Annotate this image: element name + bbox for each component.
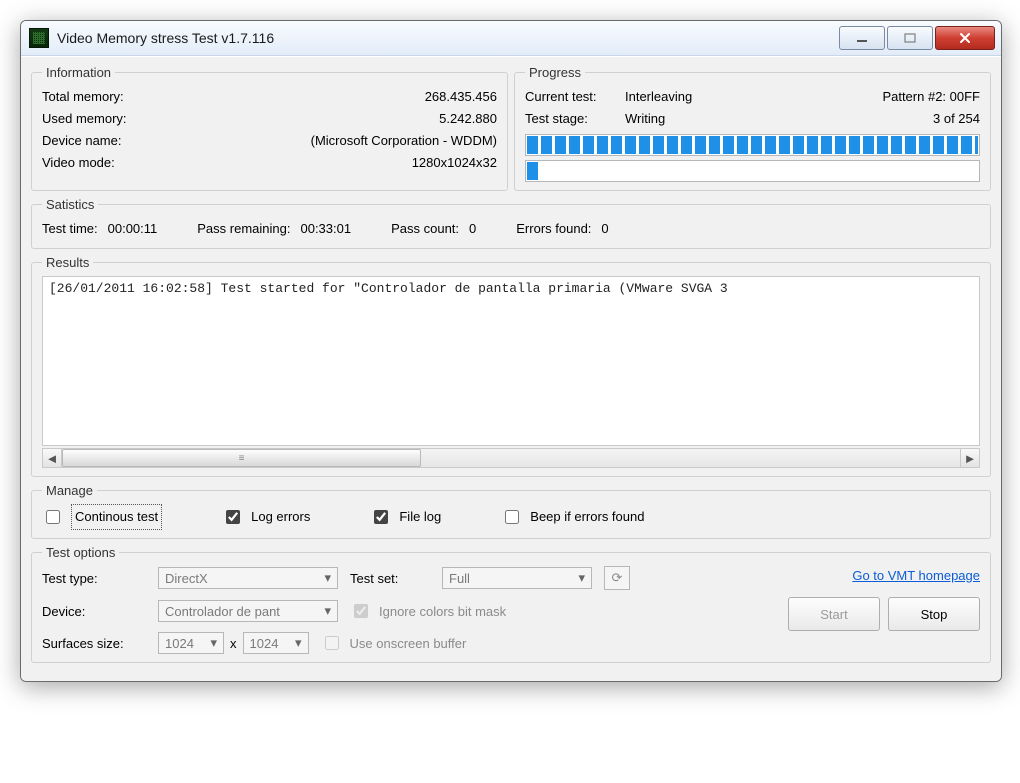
test-type-select[interactable]: DirectX ▾ (158, 567, 338, 589)
total-memory-value: 268.435.456 (425, 86, 497, 108)
pass-count-value: 0 (469, 218, 476, 240)
continuous-test-checkbox[interactable]: Continous test (42, 504, 162, 530)
client-area: Information Total memory: 268.435.456 Us… (21, 56, 1001, 681)
close-button[interactable] (935, 26, 995, 50)
continuous-test-label: Continous test (71, 504, 162, 530)
test-set-select[interactable]: Full ▾ (442, 567, 592, 589)
progress-group: Progress Current test: Interleaving Patt… (514, 65, 991, 191)
beep-checkbox[interactable]: Beep if errors found (501, 505, 644, 529)
stop-button[interactable]: Stop (888, 597, 980, 631)
homepage-link[interactable]: Go to VMT homepage (852, 568, 980, 583)
ignore-colors-label: Ignore colors bit mask (379, 604, 506, 619)
pass-remaining-label: Pass remaining: (197, 218, 290, 240)
surface-width-select[interactable]: 1024 ▾ (158, 632, 224, 654)
chevron-down-icon: ▾ (210, 635, 217, 651)
test-time-value: 00:00:11 (108, 218, 158, 240)
statistics-legend: Satistics (42, 197, 98, 212)
surface-height-select[interactable]: 1024 ▾ (243, 632, 309, 654)
current-test-label: Current test: (525, 86, 625, 108)
results-hscrollbar[interactable]: ◄ ≡ ► (42, 448, 980, 468)
file-log-checkbox[interactable]: File log (370, 505, 441, 529)
device-select[interactable]: Controlador de pant ▾ (158, 600, 338, 622)
progress-bar-1 (525, 134, 980, 156)
video-mode-value: 1280x1024x32 (412, 152, 497, 174)
pass-count-label: Pass count: (391, 218, 459, 240)
chevron-down-icon: ▾ (324, 603, 331, 619)
window-buttons (839, 26, 995, 50)
test-options-group: Test options Test type: DirectX ▾ Test s… (31, 545, 991, 663)
scroll-left-button[interactable]: ◄ (43, 449, 62, 467)
app-window: Video Memory stress Test v1.7.116 Inform… (20, 20, 1002, 682)
results-log-line: [26/01/2011 16:02:58] Test started for "… (49, 281, 728, 296)
minimize-button[interactable] (839, 26, 885, 50)
stage-count: 3 of 254 (933, 108, 980, 130)
progress-bar-2 (525, 160, 980, 182)
surfaces-size-label: Surfaces size: (42, 636, 146, 651)
start-button-label: Start (820, 607, 847, 622)
log-errors-label: Log errors (251, 505, 310, 529)
device-value: Controlador de pant (165, 604, 280, 619)
test-stage-label: Test stage: (525, 108, 625, 130)
surface-width-value: 1024 (165, 636, 194, 651)
stop-button-label: Stop (921, 607, 948, 622)
refresh-icon: ⟳ (612, 570, 623, 586)
pattern-label: Pattern #2: 00FF (882, 86, 980, 108)
size-x-label: x (230, 636, 237, 651)
statistics-group: Satistics Test time: 00:00:11 Pass remai… (31, 197, 991, 249)
results-group: Results [26/01/2011 16:02:58] Test start… (31, 255, 991, 477)
chevron-down-icon: ▾ (295, 635, 302, 651)
maximize-button[interactable] (887, 26, 933, 50)
used-memory-label: Used memory: (42, 108, 127, 130)
test-options-legend: Test options (42, 545, 119, 560)
current-test-value: Interleaving (625, 86, 882, 108)
manage-legend: Manage (42, 483, 97, 498)
scroll-thumb[interactable]: ≡ (62, 449, 421, 467)
test-stage-value: Writing (625, 108, 933, 130)
information-legend: Information (42, 65, 115, 80)
test-time-label: Test time: (42, 218, 98, 240)
window-title: Video Memory stress Test v1.7.116 (57, 30, 839, 46)
used-memory-value: 5.242.880 (439, 108, 497, 130)
ignore-colors-checkbox[interactable]: Ignore colors bit mask (350, 601, 506, 621)
test-type-label: Test type: (42, 571, 146, 586)
manage-group: Manage Continous test Log errors File lo… (31, 483, 991, 539)
device-name-label: Device name: (42, 130, 121, 152)
onscreen-buffer-label: Use onscreen buffer (350, 636, 467, 651)
onscreen-buffer-checkbox[interactable]: Use onscreen buffer (321, 633, 467, 653)
surface-height-value: 1024 (250, 636, 279, 651)
test-type-value: DirectX (165, 571, 208, 586)
start-button[interactable]: Start (788, 597, 880, 631)
errors-found-label: Errors found: (516, 218, 591, 240)
results-legend: Results (42, 255, 93, 270)
log-errors-checkbox[interactable]: Log errors (222, 505, 310, 529)
device-name-value: (Microsoft Corporation - WDDM) (311, 130, 497, 152)
chevron-down-icon: ▾ (578, 570, 585, 586)
titlebar: Video Memory stress Test v1.7.116 (21, 21, 1001, 56)
test-set-label: Test set: (350, 571, 430, 586)
beep-label: Beep if errors found (530, 505, 644, 529)
app-icon (29, 28, 49, 48)
refresh-button[interactable]: ⟳ (604, 566, 630, 590)
video-mode-label: Video mode: (42, 152, 115, 174)
test-set-value: Full (449, 571, 470, 586)
scroll-right-button[interactable]: ► (960, 449, 979, 467)
total-memory-label: Total memory: (42, 86, 124, 108)
chevron-down-icon: ▾ (324, 570, 331, 586)
information-group: Information Total memory: 268.435.456 Us… (31, 65, 508, 191)
file-log-label: File log (399, 505, 441, 529)
scroll-track[interactable]: ≡ (62, 449, 960, 467)
results-log[interactable]: [26/01/2011 16:02:58] Test started for "… (42, 276, 980, 446)
device-label: Device: (42, 604, 146, 619)
errors-found-value: 0 (601, 218, 608, 240)
pass-remaining-value: 00:33:01 (300, 218, 351, 240)
progress-legend: Progress (525, 65, 585, 80)
